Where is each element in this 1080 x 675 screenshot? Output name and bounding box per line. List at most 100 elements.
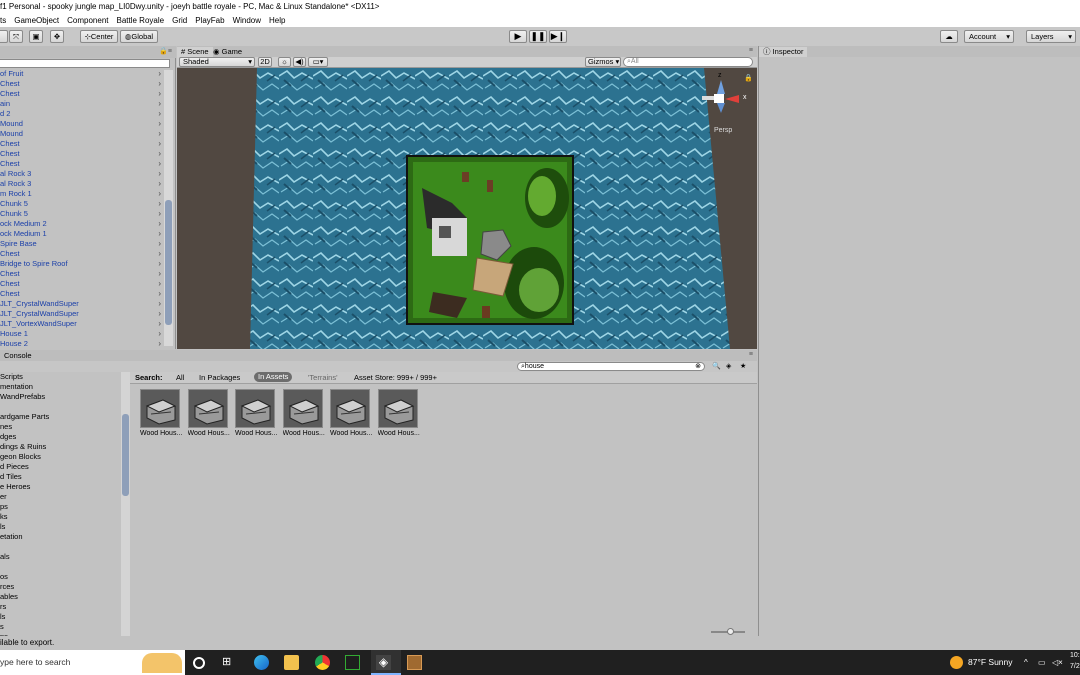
- chevron-right-icon[interactable]: ›: [158, 69, 161, 79]
- hierarchy-item[interactable]: Chunk 5 ›: [0, 199, 163, 209]
- chevron-right-icon[interactable]: ›: [158, 109, 161, 119]
- hierarchy-scrollbar[interactable]: [164, 70, 173, 346]
- project-folder-item[interactable]: ables: [0, 592, 120, 602]
- filter-terrains[interactable]: 'Terrains': [308, 373, 338, 382]
- hierarchy-item[interactable]: of Fruit ›: [0, 69, 163, 79]
- asset-tile[interactable]: Wood Hous...: [377, 389, 420, 439]
- tab-scene[interactable]: # Scene: [177, 47, 213, 57]
- asset-tile[interactable]: Wood Hous...: [282, 389, 325, 439]
- lock-icon[interactable]: 🔒: [744, 74, 753, 82]
- hierarchy-item[interactable]: Chest ›: [0, 159, 163, 169]
- project-tree-scroll-thumb[interactable]: [122, 414, 129, 496]
- chevron-right-icon[interactable]: ›: [158, 229, 161, 239]
- hierarchy-item[interactable]: House 1 ›: [0, 329, 163, 339]
- project-folder-item[interactable]: mentation: [0, 382, 120, 392]
- chrome-icon[interactable]: [315, 655, 330, 670]
- project-folder-item[interactable]: ps: [0, 502, 120, 512]
- project-tree-scrollbar[interactable]: [121, 372, 130, 636]
- project-folder-item[interactable]: os: [0, 572, 120, 582]
- hierarchy-item[interactable]: Chest ›: [0, 149, 163, 159]
- asset-store-count[interactable]: Asset Store: 999+ / 999+: [354, 373, 437, 382]
- hierarchy-scroll-thumb[interactable]: [165, 200, 172, 325]
- hierarchy-item[interactable]: Spire Base ›: [0, 239, 163, 249]
- orientation-gizmo[interactable]: z x Persp 🔒: [702, 72, 753, 134]
- hierarchy-item[interactable]: Chest ›: [0, 249, 163, 259]
- tab-inspector[interactable]: ⓘ Inspector: [759, 47, 808, 57]
- project-folder-item[interactable]: e Heroes: [0, 482, 120, 492]
- menu-battle-royale[interactable]: Battle Royale: [117, 14, 165, 27]
- chevron-right-icon[interactable]: ›: [158, 259, 161, 269]
- account-dropdown[interactable]: Account ▾: [964, 30, 1014, 43]
- project-folder-item[interactable]: nes: [0, 422, 120, 432]
- chevron-right-icon[interactable]: ›: [158, 139, 161, 149]
- hierarchy-item[interactable]: House 2 ›: [0, 339, 163, 349]
- hierarchy-item[interactable]: Chunk 5 ›: [0, 209, 163, 219]
- hierarchy-item[interactable]: Mound ›: [0, 119, 163, 129]
- hierarchy-item[interactable]: JLT_CrystalWandSuper ›: [0, 299, 163, 309]
- network-icon[interactable]: ▭: [1038, 650, 1046, 675]
- chevron-right-icon[interactable]: ›: [158, 89, 161, 99]
- tab-console[interactable]: Console: [0, 351, 36, 361]
- asset-tile[interactable]: Wood Hous...: [140, 389, 182, 439]
- panel-menu-icon[interactable]: ≡: [749, 351, 753, 358]
- chevron-right-icon[interactable]: ›: [158, 239, 161, 249]
- chevron-right-icon[interactable]: ›: [158, 189, 161, 199]
- axis-z-arrow[interactable]: [717, 103, 725, 113]
- panel-menu-icon[interactable]: 🔒≡: [159, 47, 172, 55]
- chevron-right-icon[interactable]: ›: [158, 319, 161, 329]
- project-folder-item[interactable]: [0, 542, 120, 552]
- edge-browser-icon[interactable]: [254, 655, 269, 670]
- task-view-icon[interactable]: [193, 657, 205, 669]
- project-folder-item[interactable]: ls: [0, 522, 120, 532]
- project-folder-item[interactable]: rs: [0, 602, 120, 612]
- menu-help[interactable]: Help: [269, 14, 285, 27]
- chevron-right-icon[interactable]: ›: [158, 129, 161, 139]
- chevron-right-icon[interactable]: ›: [158, 309, 161, 319]
- project-folder-item[interactable]: er: [0, 492, 120, 502]
- widgets-icon[interactable]: ⊞: [222, 655, 237, 670]
- terminal-icon[interactable]: [345, 655, 360, 670]
- chevron-right-icon[interactable]: ›: [158, 119, 161, 129]
- project-folder-item[interactable]: [0, 562, 120, 572]
- chevron-right-icon[interactable]: ›: [158, 149, 161, 159]
- project-folder-item[interactable]: d Pieces: [0, 462, 120, 472]
- project-search-input[interactable]: ⌕house ⊗: [517, 362, 705, 371]
- project-folder-item[interactable]: s: [0, 622, 120, 632]
- weather-text[interactable]: 87°F Sunny: [968, 650, 1013, 675]
- hierarchy-item[interactable]: m Rock 1 ›: [0, 189, 163, 199]
- chevron-right-icon[interactable]: ›: [158, 329, 161, 339]
- hierarchy-item[interactable]: Chest ›: [0, 79, 163, 89]
- chevron-right-icon[interactable]: ›: [158, 99, 161, 109]
- scale-tool-button[interactable]: ▣: [29, 30, 43, 43]
- taskbar-search-box[interactable]: ype here to search: [0, 650, 185, 675]
- transform-tool-button[interactable]: ✥: [50, 30, 64, 43]
- package-icon[interactable]: [407, 655, 422, 670]
- clock-date[interactable]: 7/2: [1070, 663, 1080, 670]
- chevron-right-icon[interactable]: ›: [158, 279, 161, 289]
- chevron-right-icon[interactable]: ›: [158, 269, 161, 279]
- volume-icon[interactable]: ◁×: [1052, 650, 1063, 675]
- project-folder-item[interactable]: ardgame Parts: [0, 412, 120, 422]
- hierarchy-item[interactable]: ock Medium 1 ›: [0, 229, 163, 239]
- chevron-right-icon[interactable]: ›: [158, 179, 161, 189]
- chevron-right-icon[interactable]: ›: [158, 209, 161, 219]
- project-folder-item[interactable]: ls: [0, 612, 120, 622]
- filter-in-packages[interactable]: In Packages: [199, 373, 240, 382]
- hierarchy-item[interactable]: Chest ›: [0, 269, 163, 279]
- pivot-center-toggle[interactable]: ⊹Center: [80, 30, 118, 43]
- project-folder-item[interactable]: ks: [0, 512, 120, 522]
- pause-button[interactable]: ❚❚: [529, 30, 547, 43]
- project-folder-item[interactable]: [0, 402, 120, 412]
- audio-toggle[interactable]: ◀): [293, 57, 306, 67]
- chevron-right-icon[interactable]: ›: [158, 249, 161, 259]
- hierarchy-item[interactable]: Bridge to Spire Roof ›: [0, 259, 163, 269]
- space-global-toggle[interactable]: ◍Global: [120, 30, 158, 43]
- step-button[interactable]: ▶❙: [549, 30, 567, 43]
- chevron-right-icon[interactable]: ›: [158, 169, 161, 179]
- filter-in-assets[interactable]: In Assets: [254, 372, 293, 382]
- chevron-right-icon[interactable]: ›: [158, 79, 161, 89]
- gizmo-cube[interactable]: [714, 94, 724, 103]
- file-explorer-icon[interactable]: [284, 655, 299, 670]
- project-folder-item[interactable]: WandPrefabs: [0, 392, 120, 402]
- layers-dropdown[interactable]: Layers ▾: [1026, 30, 1076, 43]
